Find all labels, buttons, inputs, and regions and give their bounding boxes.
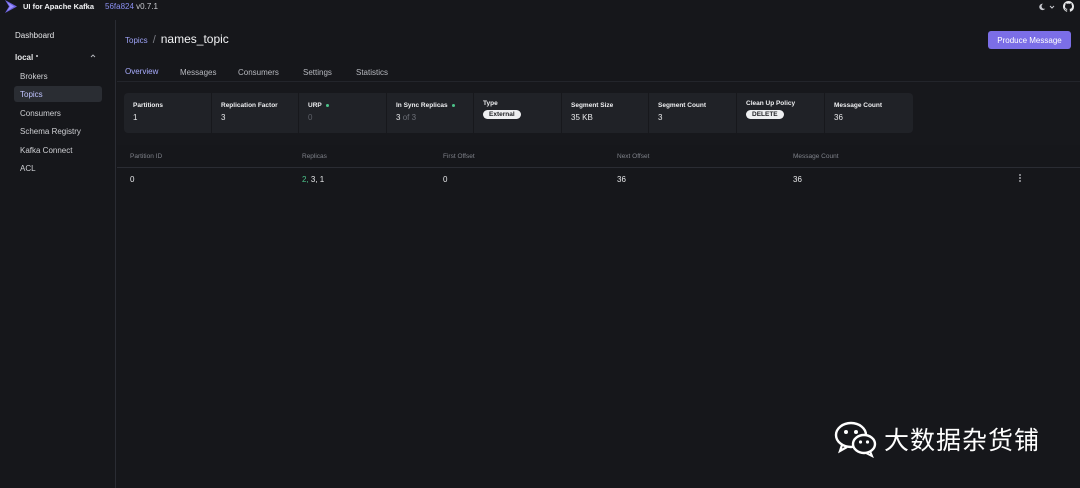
tab-consumers[interactable]: Consumers	[238, 62, 279, 82]
cluster-toggle[interactable]: local	[8, 49, 104, 65]
sidebar-item-label: Kafka Connect	[20, 145, 73, 155]
app-version: 56fa824 v0.7.1	[105, 2, 158, 11]
next-offset-cell: 36	[617, 175, 626, 184]
metric-replication-factor: Replication Factor 3	[212, 93, 299, 133]
main-content: Topics / names_topic Produce Message Ove…	[117, 20, 1080, 488]
column-header-replicas: Replicas	[302, 153, 327, 160]
column-header-next-offset: Next Offset	[617, 153, 650, 160]
metric-value: 1	[133, 113, 138, 122]
metric-type: Type External	[474, 93, 562, 133]
theme-toggle[interactable]	[1038, 3, 1055, 11]
commit-hash[interactable]: 56fa824	[105, 2, 134, 11]
version-label: v0.7.1	[136, 2, 158, 11]
more-vertical-icon[interactable]	[1016, 173, 1024, 185]
sidebar-item-acl[interactable]: ACL	[14, 160, 102, 176]
metric-segment-count: Segment Count 3	[649, 93, 737, 133]
breadcrumb: Topics / names_topic	[125, 32, 229, 46]
sidebar-item-consumers[interactable]: Consumers	[14, 105, 102, 121]
column-header-first-offset: First Offset	[443, 153, 475, 160]
watermark-text: 大数据杂货铺	[884, 426, 1041, 455]
top-bar: UI for Apache Kafka 56fa824 v0.7.1	[0, 0, 1080, 14]
metric-value: 3	[221, 113, 226, 122]
sidebar-item-label: Consumers	[20, 108, 61, 118]
isr-count: 3	[396, 113, 401, 122]
tab-settings[interactable]: Settings	[303, 62, 332, 82]
topic-metrics: Partitions 1 Replication Factor 3 URP 0 …	[124, 93, 913, 133]
metric-label: Type	[483, 100, 498, 107]
tab-label: Overview	[125, 67, 159, 76]
metric-urp: URP 0	[299, 93, 387, 133]
tab-statistics[interactable]: Statistics	[356, 62, 388, 82]
metric-partitions: Partitions 1	[124, 93, 212, 133]
sidebar-item-label: Brokers	[20, 71, 48, 81]
table-header: Partition ID Replicas First Offset Next …	[117, 145, 1080, 168]
breadcrumb-separator: /	[152, 34, 156, 46]
cleanup-policy-badge: DELETE	[746, 110, 784, 119]
status-dot	[451, 104, 455, 107]
sidebar-item-label: Dashboard	[15, 30, 55, 40]
wechat-icon	[834, 421, 877, 458]
chevron-down-icon	[1049, 5, 1055, 9]
metric-label: Clean Up Policy	[746, 100, 796, 107]
metric-value: 35 KB	[571, 113, 593, 122]
tab-messages[interactable]: Messages	[180, 62, 216, 82]
metric-value: 3 of 3	[396, 113, 473, 122]
metric-value: 36	[834, 113, 843, 122]
metric-cleanup-policy: Clean Up Policy DELETE	[737, 93, 825, 133]
tab-overview[interactable]: Overview	[125, 62, 159, 82]
cluster-name: local	[15, 52, 34, 62]
sidebar-item-dashboard[interactable]: Dashboard	[8, 27, 104, 43]
breadcrumb-topics-link[interactable]: Topics	[125, 36, 148, 45]
table-row: 0 2, 3, 1 0 36 36	[117, 169, 1080, 191]
sidebar-item-schema-registry[interactable]: Schema Registry	[14, 123, 102, 139]
metric-in-sync-replicas: In Sync Replicas 3 of 3	[387, 93, 474, 133]
topic-tabs: Overview Messages Consumers Settings Sta…	[117, 62, 1080, 82]
sidebar-item-brokers[interactable]: Brokers	[14, 68, 102, 84]
metric-label: Segment Size	[571, 102, 614, 109]
column-header-partition-id[interactable]: Partition ID	[130, 153, 162, 160]
moon-icon	[1039, 3, 1046, 10]
message-count-cell: 36	[793, 175, 802, 184]
type-badge: External	[483, 110, 521, 119]
metric-label-text: URP	[308, 102, 322, 109]
tab-label: Statistics	[356, 67, 389, 77]
tab-label: Settings	[303, 67, 332, 77]
produce-message-button[interactable]: Produce Message	[988, 31, 1071, 49]
first-offset-cell: 0	[443, 175, 448, 184]
replica-leader: 2,	[302, 175, 309, 184]
partition-id-cell: 0	[130, 175, 135, 184]
metric-label: URP	[308, 102, 386, 109]
page-title: names_topic	[160, 32, 229, 46]
replicas-cell: 2, 3, 1	[302, 175, 324, 184]
tab-label: Consumers	[238, 67, 279, 77]
cluster-status-dot	[36, 55, 39, 57]
isr-total: of 3	[402, 113, 417, 122]
chevron-up-icon	[90, 54, 96, 58]
metric-message-count: Message Count 36	[825, 93, 913, 133]
metric-value: 0	[308, 113, 313, 122]
sidebar: Dashboard local Brokers Topics Consumers…	[0, 20, 116, 488]
app-title[interactable]: UI for Apache Kafka	[23, 2, 94, 11]
sidebar-item-label: ACL	[20, 163, 36, 173]
metric-label-text: In Sync Replicas	[396, 102, 448, 109]
metric-label: Segment Count	[658, 102, 707, 109]
tab-label: Messages	[180, 67, 217, 77]
status-dot	[325, 104, 329, 107]
metric-label: Partitions	[133, 102, 163, 109]
sidebar-item-label: Schema Registry	[20, 126, 81, 136]
sidebar-item-topics[interactable]: Topics	[14, 86, 102, 102]
github-icon[interactable]	[1063, 1, 1074, 12]
metric-label: In Sync Replicas	[396, 102, 473, 109]
sidebar-item-label: Topics	[20, 89, 43, 99]
watermark: 大数据杂货铺	[834, 420, 1040, 458]
kafka-ui-logo-icon[interactable]	[4, 0, 18, 13]
sidebar-item-kafka-connect[interactable]: Kafka Connect	[14, 142, 102, 158]
metric-value: 3	[658, 113, 663, 122]
metric-segment-size: Segment Size 35 KB	[562, 93, 649, 133]
metric-label: Replication Factor	[221, 102, 278, 109]
column-header-message-count: Message Count	[793, 153, 839, 160]
metric-label: Message Count	[834, 102, 883, 109]
replica-followers: 3, 1	[308, 175, 325, 184]
